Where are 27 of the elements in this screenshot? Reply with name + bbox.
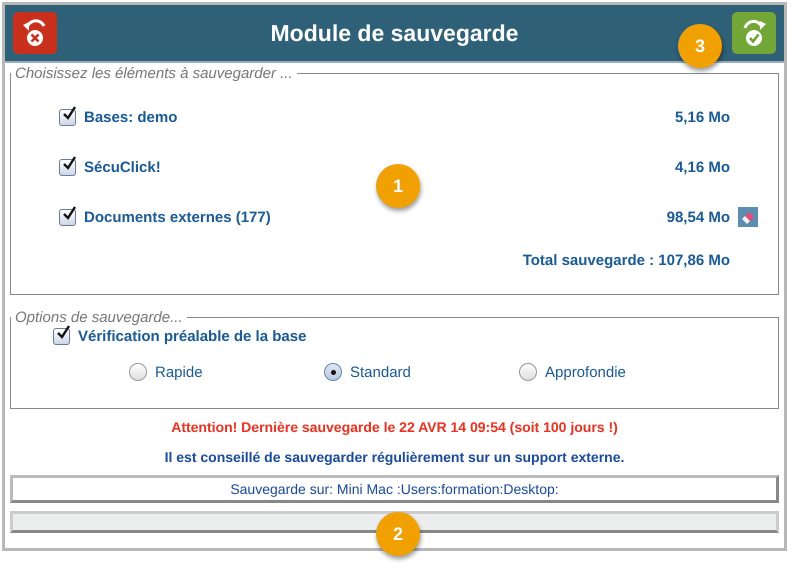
radio-label: Approfondie — [545, 364, 626, 380]
item-size: 4,16 Mo — [674, 158, 730, 176]
radio-button[interactable] — [324, 363, 342, 381]
option-label: Vérification préalable de la base — [78, 328, 308, 345]
item-label: Bases: demo — [84, 108, 178, 126]
radio-label: Rapide — [155, 364, 203, 380]
checkbox[interactable] — [59, 208, 76, 226]
checkbox[interactable] — [53, 328, 70, 345]
checkbox[interactable] — [59, 158, 76, 176]
radio-label: Standard — [350, 364, 411, 380]
window-title: Module de sauvegarde — [270, 20, 518, 46]
advice-message: Il est conseillé de sauvegarder régulièrement sur un support externe. — [164, 449, 626, 465]
eraser-icon[interactable] — [738, 207, 758, 227]
item-label: Documents externes (177) — [84, 208, 272, 226]
warning-message: Attention! Dernière sauvegarde le 22 AVR 14 09:54 (soit 100 jours !) — [170, 419, 619, 435]
cancel-button[interactable] — [13, 12, 57, 54]
radio-button[interactable] — [129, 363, 147, 381]
destination-field: Sauvegarde sur: Mini Mac :Users:formation:Desktop: — [10, 475, 779, 503]
confirm-button[interactable] — [732, 12, 776, 54]
item-size: 98,54 Mo — [666, 208, 730, 226]
total-size: Total sauvegarde : 107,86 Mo — [522, 252, 730, 269]
radio-button[interactable] — [519, 363, 537, 381]
item-size: 5,16 Mo — [674, 108, 730, 126]
group-legend: Choisissez les éléments à sauvegarder ... — [11, 65, 297, 82]
item-label: SécuClick! — [84, 158, 162, 176]
checkbox[interactable] — [59, 108, 76, 126]
group-legend: Options de sauvegarde... — [11, 309, 187, 326]
